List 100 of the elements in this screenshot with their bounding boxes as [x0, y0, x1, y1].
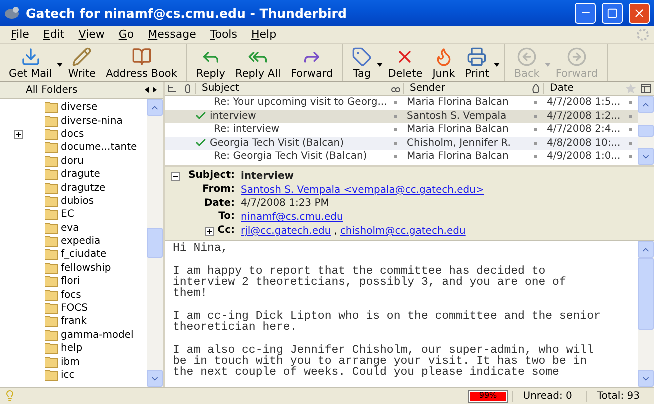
folder-item[interactable]: dragute — [0, 168, 147, 182]
back-icon — [517, 47, 538, 67]
toolbar-button[interactable]: Write — [63, 44, 102, 81]
folder-item[interactable]: gamma-model — [0, 328, 147, 342]
folder-icon — [45, 128, 58, 140]
activity-icon[interactable] — [4, 390, 16, 402]
folder-item[interactable]: EC — [0, 208, 147, 222]
subject-cell-text: Re: Your upcoming visit to Georg... — [213, 97, 388, 108]
folder-item[interactable]: diverse-nina — [0, 114, 147, 128]
toolbar-button[interactable]: Forward — [286, 44, 338, 81]
date-cell-text: 4/7/2008 1:2... — [546, 110, 622, 122]
junk-column-icon[interactable] — [532, 84, 540, 93]
scroll-down-icon[interactable] — [638, 370, 654, 387]
folder-icon — [45, 169, 58, 180]
scrollbar-thumb[interactable] — [638, 124, 654, 136]
sender-cell-text: Santosh S. Vempala — [406, 110, 508, 122]
scroll-down-icon[interactable] — [638, 148, 654, 165]
folder-item[interactable]: icc — [0, 368, 147, 382]
scroll-up-icon[interactable] — [638, 241, 654, 258]
date-cell-text: 4/7/2008 2:4... — [546, 124, 622, 136]
toolbar-button[interactable]: Get Mail — [4, 44, 58, 81]
scroll-down-icon[interactable] — [147, 370, 163, 387]
folder-icon — [45, 209, 58, 220]
header-label-text: Subject: — [188, 170, 235, 183]
attachment-column-icon[interactable] — [184, 84, 190, 94]
dropdown-caret-icon[interactable] — [377, 62, 384, 66]
address-link[interactable]: ninamf@cs.cmu.edu — [241, 212, 344, 224]
collapse-icon[interactable] — [171, 172, 180, 181]
minimize-button[interactable] — [575, 2, 596, 24]
close-button[interactable] — [629, 2, 650, 24]
dropdown-caret-icon[interactable] — [494, 62, 500, 66]
folder-item[interactable]: f_ciudate — [0, 248, 147, 262]
folder-item[interactable]: flori — [0, 275, 147, 288]
scroll-up-icon[interactable] — [147, 99, 163, 116]
column-picker-icon[interactable] — [641, 84, 651, 93]
expand-icon[interactable] — [14, 130, 23, 139]
menu-item[interactable]: Go — [112, 28, 142, 41]
toolbar-button[interactable]: Reply — [191, 44, 231, 81]
folder-item[interactable]: ibm — [0, 355, 147, 369]
folder-item[interactable]: docs — [0, 128, 147, 142]
folder-item[interactable]: eva — [0, 222, 147, 235]
message-row[interactable]: interview Santosh S. Vempala 4/7/2008 1:2... — [165, 110, 638, 123]
folder-item[interactable]: dragutze — [0, 181, 147, 195]
folder-icon — [45, 156, 58, 167]
folder-item[interactable]: diverse — [0, 101, 147, 114]
menu-item[interactable]: Edit — [36, 28, 72, 41]
address-link[interactable]: chisholm@cc.gatech.edu — [340, 226, 466, 238]
message-paragraph: I am happy to report that the committee has decided to interview 2 theoreticians, possibly 3, and you are one of them! — [173, 266, 568, 300]
maximize-button[interactable] — [602, 2, 623, 24]
folder-item[interactable]: fellowship — [0, 262, 147, 276]
scrollbar-thumb[interactable] — [147, 228, 163, 258]
menu-item[interactable]: Message — [141, 28, 204, 41]
folder-item[interactable]: help — [0, 342, 147, 356]
window-title: Gatech for ninamf@cs.cmu.edu - Thunderbird — [26, 6, 348, 20]
folder-item[interactable]: dubios — [0, 194, 147, 208]
menu-item[interactable]: File — [4, 28, 36, 41]
toolbar-button[interactable]: Delete — [383, 44, 428, 81]
sender-cell-text: Maria Florina Balcan — [406, 151, 510, 162]
separator-comma: , — [334, 226, 338, 238]
previous-view-icon[interactable] — [145, 87, 149, 93]
folder-icon — [45, 343, 58, 354]
star-column-icon[interactable] — [626, 84, 636, 94]
column-header[interactable]: Subject — [195, 83, 388, 94]
toolbar-button[interactable]: Junk — [428, 44, 460, 81]
folder-item[interactable]: docume...tante — [0, 141, 147, 155]
next-view-icon[interactable] — [153, 87, 157, 93]
toolbar-button[interactable]: Address Book — [101, 44, 182, 81]
toolbar-button[interactable]: Print — [460, 44, 494, 81]
read-column-icon[interactable] — [390, 84, 400, 92]
menu-item[interactable]: Help — [244, 28, 284, 41]
toolbar-button[interactable]: Reply All — [230, 44, 286, 81]
address-link[interactable]: rjl@cc.gatech.edu — [241, 226, 332, 238]
folder-icon — [45, 182, 58, 194]
write-icon — [72, 47, 92, 67]
message-row[interactable]: Georgia Tech Visit (Balcan) Chisholm, Jennifer R. 4/8/2008 10:... — [165, 136, 638, 150]
column-header[interactable]: Date — [543, 83, 623, 94]
toolbar-button[interactable]: Tag — [347, 44, 378, 81]
folder-icon — [45, 356, 58, 368]
folder-item[interactable]: focs — [0, 288, 147, 302]
folder-item[interactable]: doru — [0, 154, 147, 168]
folder-item[interactable]: expedia — [0, 234, 147, 248]
address-link[interactable]: Santosh S. Vempala <vempala@cc.gatech.edu> — [241, 184, 484, 196]
folder-icon — [45, 102, 58, 114]
message-paragraph: Hi Nina, — [173, 243, 230, 254]
menu-item[interactable]: Tools — [203, 28, 244, 41]
app-icon — [4, 6, 20, 20]
header-label-text: Date: — [204, 198, 235, 210]
thread-column-icon[interactable] — [168, 84, 177, 93]
sender-cell-text: Maria Florina Balcan — [406, 124, 510, 136]
folder-icon — [45, 290, 58, 301]
expand-icon[interactable] — [204, 227, 214, 236]
sender-cell-text: Chisholm, Jennifer R. — [406, 138, 512, 149]
folder-item[interactable]: FOCS — [0, 302, 147, 316]
scrollbar-thumb[interactable] — [638, 258, 654, 330]
folder-icon — [45, 262, 58, 274]
dropdown-caret-icon[interactable] — [57, 62, 64, 66]
tag-icon — [352, 47, 372, 67]
menu-item[interactable]: View — [72, 28, 112, 41]
folder-item[interactable]: frank — [0, 315, 147, 329]
column-header[interactable]: Sender — [403, 83, 528, 94]
